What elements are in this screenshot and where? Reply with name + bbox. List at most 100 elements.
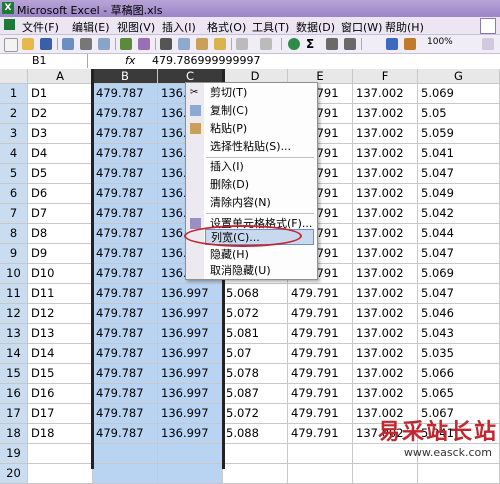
cell-f[interactable]: 137.002 [353, 304, 418, 324]
cell-d[interactable]: 5.087 [223, 384, 288, 404]
cell-b[interactable]: 479.787 [93, 224, 158, 244]
cell-g[interactable]: 5.066 [418, 364, 500, 384]
row-header[interactable]: 13 [0, 324, 28, 344]
insert-function-icon[interactable]: fx [125, 54, 135, 68]
cell-a[interactable]: D14 [28, 344, 93, 364]
menu-item-hide[interactable]: 隐藏(H) [210, 247, 249, 263]
sort-ascending-icon[interactable] [326, 38, 338, 50]
row-header[interactable]: 17 [0, 404, 28, 424]
drawing-icon[interactable] [404, 38, 416, 50]
cell-g[interactable]: 5.05 [418, 104, 500, 124]
menu-item-delete[interactable]: 删除(D) [210, 177, 249, 193]
cell-b[interactable]: 479.787 [93, 384, 158, 404]
research-icon[interactable] [138, 38, 150, 50]
cell-f[interactable]: 137.002 [353, 324, 418, 344]
cell-f[interactable]: 137.002 [353, 384, 418, 404]
cell-a[interactable] [28, 444, 93, 464]
cell-g[interactable]: 5.042 [418, 204, 500, 224]
column-header-g[interactable]: G [418, 69, 500, 84]
cut-icon[interactable] [160, 38, 172, 50]
cell-f[interactable]: 137.002 [353, 84, 418, 104]
cell-f[interactable]: 137.002 [353, 144, 418, 164]
cell-b[interactable]: 479.787 [93, 344, 158, 364]
cell-a[interactable]: D8 [28, 224, 93, 244]
redo-icon[interactable] [260, 38, 272, 50]
new-icon[interactable] [4, 38, 18, 52]
cell-f[interactable]: 137.002 [353, 164, 418, 184]
row-header[interactable]: 5 [0, 164, 28, 184]
chart-wizard-icon[interactable] [386, 38, 398, 50]
column-header-b[interactable]: B [93, 69, 158, 84]
column-header-a[interactable]: A [28, 69, 93, 84]
cell-b[interactable]: 479.787 [93, 124, 158, 144]
undo-icon[interactable] [236, 38, 248, 50]
cell-a[interactable]: D7 [28, 204, 93, 224]
cell-e[interactable]: 479.791 [288, 344, 353, 364]
cell-f[interactable]: 137.002 [353, 124, 418, 144]
formula-input[interactable]: 479.786999999997 [152, 54, 260, 68]
zoom-select[interactable]: 100% [427, 37, 453, 47]
cell-g[interactable]: 5.047 [418, 244, 500, 264]
cell-g[interactable]: 5.069 [418, 84, 500, 104]
menu-help[interactable]: 帮助(H) [385, 19, 424, 35]
menu-item-unhide[interactable]: 取消隐藏(U) [210, 263, 271, 279]
cell-c[interactable] [158, 444, 223, 464]
cell-f[interactable]: 137.002 [353, 284, 418, 304]
cell-f[interactable]: 137.002 [353, 204, 418, 224]
row-header[interactable]: 10 [0, 264, 28, 284]
menu-item-copy[interactable]: 复制(C) [210, 103, 248, 119]
cell-f[interactable]: 137.002 [353, 104, 418, 124]
cell-b[interactable]: 479.787 [93, 184, 158, 204]
spelling-icon[interactable] [120, 38, 132, 50]
sort-descending-icon[interactable] [344, 38, 356, 50]
cell-e[interactable]: 479.791 [288, 404, 353, 424]
cell-b[interactable] [93, 444, 158, 464]
paste-icon[interactable] [196, 38, 208, 50]
cell-c[interactable]: 136.997 [158, 284, 223, 304]
cell-a[interactable]: D10 [28, 264, 93, 284]
cell-b[interactable]: 479.787 [93, 424, 158, 444]
save-icon[interactable] [40, 38, 52, 50]
row-header[interactable]: 18 [0, 424, 28, 444]
permission-icon[interactable] [62, 38, 74, 50]
cell-a[interactable]: D17 [28, 404, 93, 424]
copy-icon[interactable] [178, 38, 190, 50]
cell-d[interactable]: 5.078 [223, 364, 288, 384]
open-icon[interactable] [22, 38, 34, 50]
cell-e[interactable]: 479.791 [288, 324, 353, 344]
cell-b[interactable]: 479.787 [93, 324, 158, 344]
cell-e[interactable]: 479.791 [288, 284, 353, 304]
row-header[interactable]: 16 [0, 384, 28, 404]
cell-b[interactable]: 479.787 [93, 364, 158, 384]
row-header[interactable]: 6 [0, 184, 28, 204]
cell-c[interactable]: 136.997 [158, 364, 223, 384]
menu-item-clear-contents[interactable]: 清除内容(N) [210, 195, 271, 211]
cell-a[interactable]: D12 [28, 304, 93, 324]
cell-a[interactable]: D16 [28, 384, 93, 404]
cell-e[interactable]: 479.791 [288, 424, 353, 444]
cell-c[interactable]: 136.997 [158, 424, 223, 444]
cell-f[interactable]: 137.002 [353, 364, 418, 384]
cell-b[interactable]: 479.787 [93, 264, 158, 284]
cell-b[interactable]: 479.787 [93, 244, 158, 264]
cell-g[interactable]: 5.069 [418, 264, 500, 284]
cell-b[interactable]: 479.787 [93, 84, 158, 104]
cell-g[interactable]: 5.049 [418, 184, 500, 204]
cell-d[interactable]: 5.072 [223, 304, 288, 324]
cell-f[interactable]: 137.002 [353, 224, 418, 244]
workbook-icon[interactable] [4, 19, 15, 30]
row-header[interactable]: 11 [0, 284, 28, 304]
row-header[interactable]: 1 [0, 84, 28, 104]
select-all-corner[interactable] [0, 69, 28, 84]
cell-a[interactable]: D18 [28, 424, 93, 444]
row-header[interactable]: 8 [0, 224, 28, 244]
cell-a[interactable]: D6 [28, 184, 93, 204]
cell-b[interactable]: 479.787 [93, 104, 158, 124]
help-search-box[interactable] [480, 18, 496, 34]
column-header-f[interactable]: F [353, 69, 418, 84]
cell-a[interactable]: D4 [28, 144, 93, 164]
cell-b[interactable]: 479.787 [93, 204, 158, 224]
cell-g[interactable]: 5.059 [418, 124, 500, 144]
cell-a[interactable]: D1 [28, 84, 93, 104]
format-painter-icon[interactable] [214, 38, 226, 50]
